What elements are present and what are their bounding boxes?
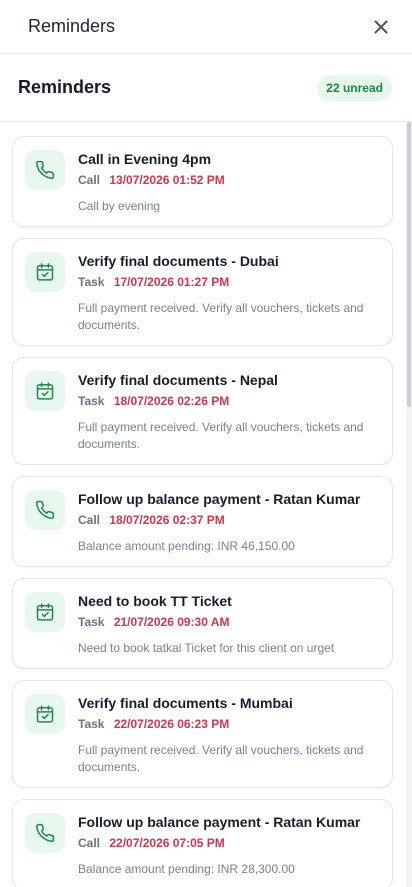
reminder-card[interactable]: Verify final documents - Mumbai Task 22/… bbox=[12, 680, 393, 788]
reminder-due-date: 18/07/2026 02:37 PM bbox=[109, 513, 225, 527]
reminder-type-icon bbox=[25, 150, 65, 190]
reminder-description: Balance amount pending: INR 46,150.00 bbox=[78, 539, 295, 553]
reminder-description: Balance amount pending: INR 28,300.00 bbox=[78, 862, 295, 876]
phone-icon bbox=[36, 500, 55, 519]
reminder-card[interactable]: Follow up balance payment - Ratan Kumar … bbox=[12, 799, 393, 887]
reminder-title: Follow up balance payment - Ratan Kumar bbox=[78, 491, 361, 507]
reminder-meta: Call 13/07/2026 01:52 PM bbox=[78, 172, 380, 188]
reminder-meta: Task 18/07/2026 02:26 PM bbox=[78, 393, 380, 409]
scrollbar-thumb[interactable] bbox=[407, 122, 411, 407]
reminders-list-area[interactable]: Call in Evening 4pm Call 13/07/2026 01:5… bbox=[0, 122, 412, 887]
reminder-card[interactable]: Call in Evening 4pm Call 13/07/2026 01:5… bbox=[12, 136, 393, 227]
calendar-check-icon bbox=[36, 705, 54, 723]
reminder-body: Verify final documents - Dubai Task 17/0… bbox=[78, 252, 380, 334]
reminder-meta: Call 22/07/2026 07:05 PM bbox=[78, 835, 380, 851]
calendar-check-icon bbox=[36, 382, 54, 400]
reminder-title: Verify final documents - Nepal bbox=[78, 372, 278, 388]
reminder-due-date: 22/07/2026 06:23 PM bbox=[113, 717, 230, 731]
close-icon bbox=[374, 20, 388, 33]
reminder-type-icon bbox=[25, 252, 65, 292]
unread-count-badge: 22 unread bbox=[317, 74, 392, 101]
phone-icon bbox=[36, 823, 55, 842]
top-bar: Reminders bbox=[0, 0, 412, 54]
reminders-list: Call in Evening 4pm Call 13/07/2026 01:5… bbox=[0, 122, 412, 887]
reminders-heading: Reminders bbox=[18, 77, 112, 97]
reminder-body: Need to book TT Ticket Task 21/07/2026 0… bbox=[78, 592, 380, 657]
scrollbar[interactable] bbox=[406, 122, 412, 887]
reminder-description: Need to book tatkal Ticket for this clie… bbox=[78, 641, 335, 655]
reminder-type: Task bbox=[78, 275, 105, 289]
reminder-card[interactable]: Verify final documents - Dubai Task 17/0… bbox=[12, 238, 393, 346]
reminder-meta: Call 18/07/2026 02:37 PM bbox=[78, 512, 380, 528]
reminder-due-date: 22/07/2026 07:05 PM bbox=[109, 836, 225, 850]
phone-icon bbox=[36, 160, 55, 179]
reminder-meta: Task 21/07/2026 09:30 AM bbox=[78, 614, 380, 630]
panel-title: Reminders bbox=[28, 16, 116, 36]
reminder-body: Follow up balance payment - Ratan Kumar … bbox=[78, 813, 380, 878]
reminder-meta: Task 17/07/2026 01:27 PM bbox=[78, 274, 380, 290]
reminder-title: Call in Evening 4pm bbox=[78, 151, 212, 167]
reminder-type-icon bbox=[25, 592, 65, 632]
reminder-body: Call in Evening 4pm Call 13/07/2026 01:5… bbox=[78, 150, 380, 215]
reminder-type: Call bbox=[78, 173, 101, 187]
reminder-card[interactable]: Verify final documents - Nepal Task 18/0… bbox=[12, 357, 393, 465]
reminder-title: Verify final documents - Dubai bbox=[78, 253, 279, 269]
reminder-body: Verify final documents - Mumbai Task 22/… bbox=[78, 694, 380, 776]
reminder-card[interactable]: Need to book TT Ticket Task 21/07/2026 0… bbox=[12, 578, 393, 669]
reminder-type: Task bbox=[78, 615, 105, 629]
reminder-type: Task bbox=[78, 394, 105, 408]
reminders-header: Reminders 22 unread bbox=[0, 54, 412, 122]
reminder-due-date: 17/07/2026 01:27 PM bbox=[113, 275, 230, 289]
reminder-title: Verify final documents - Mumbai bbox=[78, 695, 293, 711]
calendar-check-icon bbox=[36, 603, 54, 621]
reminder-type: Call bbox=[78, 836, 101, 850]
close-button[interactable] bbox=[370, 16, 392, 38]
reminder-body: Follow up balance payment - Ratan Kumar … bbox=[78, 490, 380, 555]
reminder-type-icon bbox=[25, 813, 65, 853]
calendar-check-icon bbox=[36, 263, 54, 281]
reminder-meta: Task 22/07/2026 06:23 PM bbox=[78, 716, 380, 732]
reminder-type: Task bbox=[78, 717, 105, 731]
reminder-description: Full payment received. Verify all vouche… bbox=[78, 301, 364, 332]
reminder-description: Full payment received. Verify all vouche… bbox=[78, 743, 364, 774]
reminder-description: Call by evening bbox=[78, 199, 161, 213]
reminder-description: Full payment received. Verify all vouche… bbox=[78, 420, 364, 451]
reminder-type-icon bbox=[25, 694, 65, 734]
reminder-title: Need to book TT Ticket bbox=[78, 593, 232, 609]
reminder-type-icon bbox=[25, 371, 65, 411]
reminder-due-date: 21/07/2026 09:30 AM bbox=[113, 615, 230, 629]
reminder-type-icon bbox=[25, 490, 65, 530]
reminder-due-date: 13/07/2026 01:52 PM bbox=[109, 173, 225, 187]
reminder-due-date: 18/07/2026 02:26 PM bbox=[113, 394, 230, 408]
reminder-type: Call bbox=[78, 513, 101, 527]
reminder-card[interactable]: Follow up balance payment - Ratan Kumar … bbox=[12, 476, 393, 567]
reminder-title: Follow up balance payment - Ratan Kumar bbox=[78, 814, 361, 830]
reminder-body: Verify final documents - Nepal Task 18/0… bbox=[78, 371, 380, 453]
